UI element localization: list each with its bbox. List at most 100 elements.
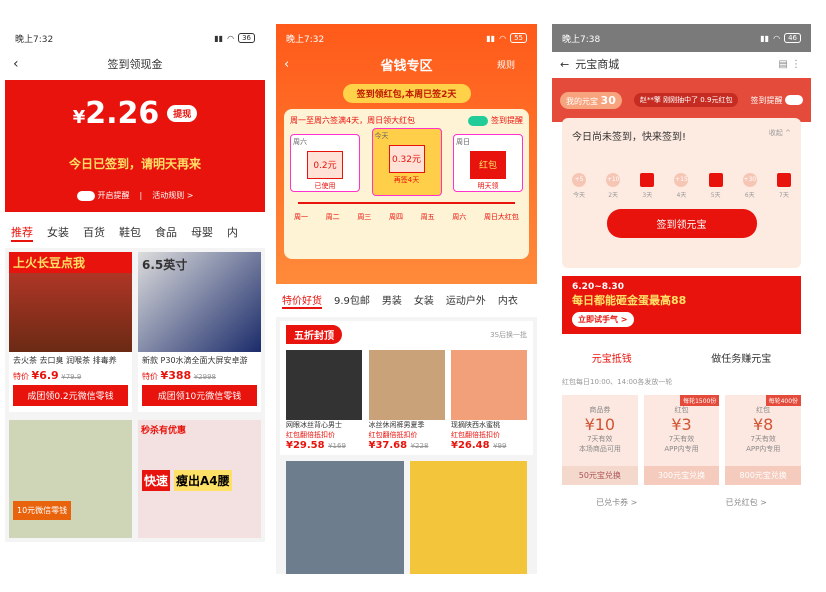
status-bar: 晚上7:38 ▮▮ ◠ 46	[552, 24, 811, 52]
remind-toggle[interactable]: 开启提醒	[76, 190, 130, 201]
voucher-card[interactable]: 每轮1500份 红包 ¥3 7天有效 APP内专用 300元宝兑换	[643, 395, 720, 485]
voucher-value: ¥8	[753, 415, 774, 434]
product-image	[286, 350, 362, 420]
day-reward: +10	[606, 173, 621, 187]
tab-category-3[interactable]: 女装	[414, 292, 434, 309]
day-reward: +15	[674, 173, 689, 187]
try-luck-button[interactable]: 立即试手气 >	[572, 312, 634, 327]
product-title: 新款 P30水滴全面大屏安卓游	[142, 356, 248, 365]
tab-category-2[interactable]: 男装	[382, 292, 402, 309]
history-links: 已兑卡券 > 已兑红包 >	[552, 487, 811, 518]
signed-message: 今日已签到，请明天再来	[68, 157, 201, 171]
document-icon[interactable]: ▤	[778, 59, 787, 70]
tab-category-3[interactable]: 鞋包	[119, 224, 141, 242]
save-zone-header: 晚上7:32 ▮▮ ◠ 55 ‹ 省钱专区 规则 签到领红包,本周已签2天 周一至周…	[276, 24, 537, 284]
group-buy-button[interactable]: 成团领0.2元微信零钱	[13, 385, 128, 406]
envelope-day: 周六	[293, 138, 307, 146]
tab-category-1[interactable]: 9.9包邮	[334, 292, 370, 309]
collapse-link[interactable]: 收起 ^	[769, 128, 791, 143]
redeemed-cards-link[interactable]: 已兑卡券 >	[596, 497, 637, 508]
tab-category-4[interactable]: 运动户外	[446, 292, 486, 309]
voucher-card[interactable]: 商品券 ¥10 7天有效 本场商品可用 50元宝兑换	[562, 395, 638, 485]
back-icon[interactable]: ←	[560, 58, 569, 71]
voucher-value: ¥3	[671, 415, 692, 434]
red-envelope-card[interactable]: 周日 红包 明天领	[453, 134, 523, 192]
product-image	[451, 350, 527, 420]
voucher-valid: 7天有效	[668, 435, 695, 443]
sign-button[interactable]: 签到领元宝	[606, 209, 757, 238]
divider: |	[139, 191, 143, 200]
red-envelope-card[interactable]: 周六 0.2元 已使用	[290, 134, 360, 192]
egg-banner[interactable]: 6.20~8.30 每日都能砸金蛋最高88 立即试手气 >	[562, 276, 801, 334]
sign-remind-toggle[interactable]: 签到提醒	[468, 115, 523, 126]
wechat-cash-popup[interactable]: 10元微信零钱	[13, 501, 72, 520]
envelope-day: 周日	[456, 138, 470, 146]
quota-badge: 每轮1500份	[680, 395, 720, 406]
tab-category-4[interactable]: 食品	[155, 224, 177, 242]
flash-item[interactable]: 现摘陕西水蜜桃 红包翻倍抵扣价 ¥26.48 ¥99	[451, 350, 527, 451]
status-bar: 晚上7:32 ▮▮ ◠ 36	[5, 24, 265, 52]
price-tag: 特价	[13, 372, 29, 381]
banner-title: 每日都能砸金蛋最高88	[572, 294, 687, 307]
tab-tasks[interactable]: 做任务赚元宝	[711, 350, 771, 365]
sign-card: 今日尚未签到，快来签到! 收起 ^ +5 今天 +10 2天 3天 +15 4天 5天 …	[562, 118, 801, 268]
rules-link[interactable]: 活动规则 >	[152, 190, 193, 201]
tab-category-0[interactable]: 推荐	[11, 224, 33, 242]
price: ¥388	[160, 369, 192, 382]
day-label: 今天	[572, 192, 585, 199]
price-tag: 红包翻倍抵扣价	[286, 431, 335, 439]
remind-label: 签到提醒	[491, 116, 523, 125]
rules-link[interactable]: 规则	[497, 58, 515, 71]
tab-category-6[interactable]: 内	[227, 224, 238, 242]
tab-category-5[interactable]: 内衣	[498, 292, 518, 309]
tab-category-5[interactable]: 母婴	[191, 224, 213, 242]
product-card[interactable]: 6.5英寸 新款 P30水滴全面大屏安卓游 特价 ¥388 ¥2998 成团领1…	[138, 252, 261, 412]
back-icon[interactable]: ‹	[284, 57, 289, 72]
day-label: 周五	[420, 213, 435, 221]
day-label: 周日大红包	[483, 213, 519, 221]
flash-item[interactable]: 网眼冰丝背心男士 红包翻倍抵扣价 ¥29.58 ¥169	[286, 350, 362, 451]
refresh-text[interactable]: 3S后换一批	[490, 330, 527, 340]
voucher-card[interactable]: 每轮400份 红包 ¥8 7天有效 APP内专用 800元宝兑换	[725, 395, 802, 485]
product-image-text: 上火长豆点我	[9, 252, 132, 273]
exchange-tabs: 元宝抵钱 做任务赚元宝	[552, 342, 811, 371]
flash-item[interactable]: 冰丝休闲裤男夏季 红包翻倍抵扣价 ¥37.68 ¥228	[368, 350, 445, 451]
status-time: 晚上7:32	[286, 34, 325, 45]
redeem-button[interactable]: 300元宝兑换	[643, 466, 720, 485]
tab-category-1[interactable]: 女装	[47, 224, 69, 242]
redeemed-packets-link[interactable]: 已兑红包 >	[726, 497, 767, 508]
product-grid: 上火长豆点我 去火茶 去口臭 润喉茶 排毒养 特价 ¥6.9 ¥79.9 成团领…	[5, 248, 265, 416]
price-tag: 红包翻倍抵扣价	[451, 431, 500, 439]
weekly-sign-box: 周一至周六签满4天，周日领大红包 签到提醒 周六 0.2元 已使用 今天 0.32元再…	[284, 109, 529, 259]
back-icon[interactable]: ‹	[13, 56, 19, 72]
signal-icon: ▮▮	[214, 33, 224, 43]
tab-category-2[interactable]: 百货	[83, 224, 105, 242]
withdraw-button[interactable]: 提现	[167, 105, 198, 122]
sign-remind-toggle[interactable]: 签到提醒	[750, 95, 803, 106]
voucher-valid: 7天有效	[587, 435, 613, 443]
remind-label: 签到提醒	[750, 95, 783, 105]
tab-category-0[interactable]: 特价好货	[282, 292, 322, 309]
envelope-amount: 红包	[470, 151, 506, 179]
coins-label: 我的元宝	[566, 96, 598, 106]
product-grid	[280, 455, 533, 574]
group-buy-button[interactable]: 成团领10元微信零钱	[142, 385, 257, 406]
product-image[interactable]	[409, 461, 527, 574]
old-price: ¥169	[328, 442, 346, 450]
red-envelope-card[interactable]: 今天 0.32元 再签4天	[371, 128, 442, 196]
tab-exchange[interactable]: 元宝抵钱	[592, 350, 632, 365]
sign-ribbon: 签到领红包,本周已签2天	[342, 84, 471, 103]
day-label: 4天	[676, 192, 687, 199]
product-card[interactable]: 上火长豆点我 去火茶 去口臭 润喉茶 排毒养 特价 ¥6.9 ¥79.9 成团领…	[9, 252, 132, 412]
more-icon[interactable]: ⋮	[791, 59, 801, 70]
product-card[interactable]: 10元微信零钱	[9, 420, 132, 538]
redeem-button[interactable]: 50元宝兑换	[562, 466, 638, 485]
day-reward: +30	[742, 173, 757, 187]
product-image[interactable]	[286, 461, 404, 574]
voucher-list: 商品券 ¥10 7天有效 本场商品可用 50元宝兑换 每轮1500份 红包 ¥3 7天有效 AP…	[552, 393, 811, 487]
flash-sale-title: 五折封顶	[286, 325, 342, 344]
old-price: ¥79.9	[61, 373, 82, 381]
product-card[interactable]: 秒杀有优惠 快速 瘦出A4腰	[138, 420, 261, 538]
redeem-button[interactable]: 800元宝兑换	[725, 466, 802, 485]
envelope-day: 今天	[374, 132, 389, 140]
